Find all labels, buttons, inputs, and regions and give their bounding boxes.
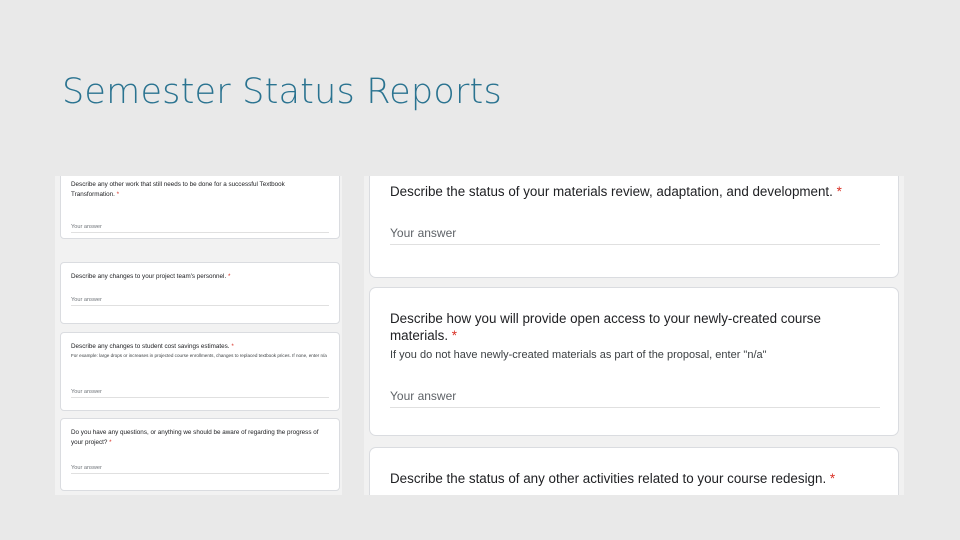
question-card-personnel: Describe any changes to your project tea…	[60, 262, 340, 324]
question-text: Describe any changes to student cost sav…	[71, 343, 234, 350]
required-asterisk: *	[836, 184, 842, 199]
question-card-open-access: Describe how you will provide open acces…	[369, 287, 899, 436]
answer-field[interactable]: Your answer	[390, 226, 880, 245]
question-text: Describe any changes to your project tea…	[71, 273, 231, 280]
question-text: Describe any other work that still needs…	[71, 181, 285, 198]
answer-field[interactable]: Your answer	[71, 389, 329, 398]
question-text: Do you have any questions, or anything w…	[71, 429, 319, 446]
question-text: Describe the status of your materials re…	[390, 184, 842, 199]
answer-field[interactable]: Your answer	[390, 389, 880, 408]
question-card-questions: Do you have any questions, or anything w…	[60, 418, 340, 491]
required-asterisk: *	[829, 471, 836, 486]
question-card-materials-status: Describe the status of your materials re…	[369, 176, 899, 278]
question-card-other-activities: Describe the status of any other activit…	[369, 447, 899, 495]
question-card-other-work: Describe any other work that still needs…	[60, 176, 340, 239]
answer-field[interactable]: Your answer	[71, 224, 329, 233]
left-form-screenshot: Describe any other work that still needs…	[55, 176, 342, 495]
question-text: Describe the status of any other activit…	[390, 471, 836, 486]
required-asterisk: *	[116, 190, 120, 198]
required-asterisk: *	[231, 343, 234, 350]
required-asterisk: *	[451, 328, 457, 343]
question-card-cost-savings: Describe any changes to student cost sav…	[60, 332, 340, 411]
question-help-text: If you do not have newly-created materia…	[390, 349, 767, 361]
required-asterisk: *	[109, 438, 112, 446]
answer-field[interactable]: Your answer	[71, 465, 329, 474]
slide-title: Semester Status Reports	[62, 72, 502, 112]
answer-field[interactable]: Your answer	[71, 297, 329, 306]
required-asterisk: *	[227, 273, 231, 280]
question-help-text: For example: large drops or increases in…	[71, 352, 327, 358]
question-text: Describe how you will provide open acces…	[390, 311, 821, 343]
right-form-screenshot: Describe the status of your materials re…	[364, 176, 904, 495]
